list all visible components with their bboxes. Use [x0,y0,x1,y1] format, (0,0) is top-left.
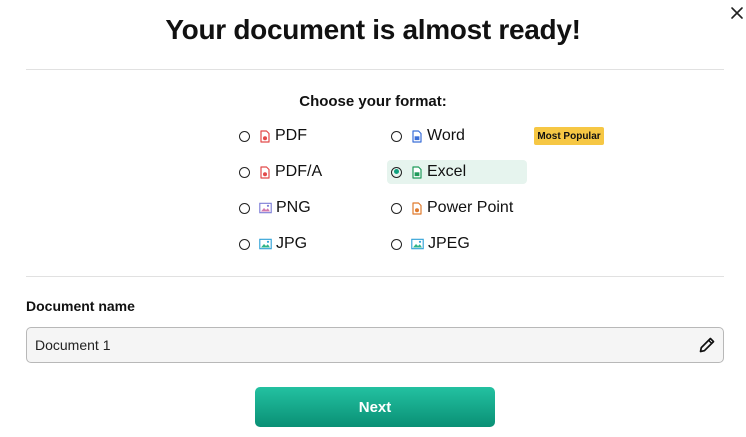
excel-file-icon [412,165,422,179]
document-name-label: Document name [26,298,135,314]
format-label: Power Point [427,199,514,216]
radio-pdfa[interactable] [239,166,250,178]
powerpoint-file-icon [412,201,422,215]
radio-pdf[interactable] [239,130,250,142]
format-label: Word [427,127,465,144]
format-label: JPG [276,235,308,252]
format-option-png[interactable]: PNG [239,196,369,220]
format-label: PNG [276,199,311,216]
format-label: PDF [275,127,307,144]
word-file-icon [412,129,422,143]
radio-jpg[interactable] [239,238,250,250]
png-image-icon [259,202,272,214]
format-option-pdf[interactable]: PDF [239,124,369,148]
format-option-powerpoint[interactable]: Power Point [391,196,526,220]
format-label: Excel [427,163,467,180]
radio-jpeg[interactable] [391,238,402,250]
radio-excel[interactable] [391,166,402,178]
format-label: JPEG [428,235,470,252]
pdfa-file-icon [260,165,270,179]
dialog-title: Your document is almost ready! [165,14,581,45]
jpg-image-icon [259,238,272,250]
format-option-jpeg[interactable]: JPEG [391,232,526,256]
document-name-input[interactable] [27,328,687,362]
document-name-field [26,327,724,363]
format-option-word[interactable]: Word [391,124,526,148]
header-divider [26,69,724,70]
edit-name-button[interactable] [697,335,717,355]
radio-png[interactable] [239,202,250,214]
section-divider [26,276,724,277]
next-button[interactable]: Next [255,387,495,427]
radio-word[interactable] [391,130,402,142]
most-popular-badge: Most Popular [534,127,604,145]
format-option-pdfa[interactable]: PDF/A [239,160,369,184]
jpeg-image-icon [411,238,424,250]
format-option-excel[interactable]: Excel [387,160,527,184]
radio-powerpoint[interactable] [391,202,402,214]
format-label: PDF/A [275,163,323,180]
format-option-jpg[interactable]: JPG [239,232,369,256]
format-heading: Choose your format: [299,93,447,110]
pdf-file-icon [260,129,270,143]
pencil-icon [699,337,715,353]
